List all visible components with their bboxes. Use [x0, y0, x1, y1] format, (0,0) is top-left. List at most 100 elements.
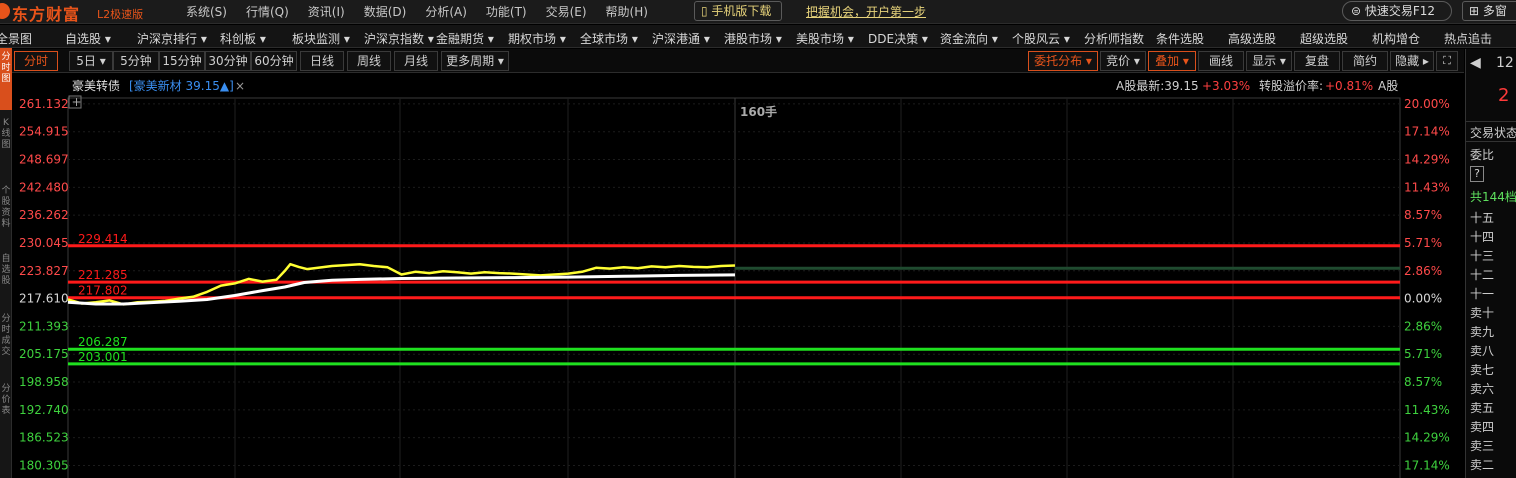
- quick-trade-button[interactable]: ⊜ 快速交易F12: [1342, 1, 1452, 21]
- right-percent-axis: 20.00% 17.14% 14.29% 11.43% 8.57% 5.71% 2.86% 0…: [1404, 97, 1450, 473]
- help-icon[interactable]: ?: [1470, 166, 1484, 182]
- hide-button[interactable]: 隐藏 ▸: [1390, 51, 1434, 71]
- fullscreen-icon[interactable]: ⛶: [1436, 51, 1458, 71]
- y-percent-label: 11.43%: [1404, 403, 1450, 417]
- close-overlay-icon[interactable]: ×: [235, 79, 245, 93]
- nav-star-market[interactable]: 科创板 ▾: [220, 30, 266, 47]
- mobile-download-label: 手机版下载: [711, 4, 772, 18]
- reference-line-label: 217.802: [78, 284, 128, 298]
- menu-system[interactable]: 系统(S): [186, 3, 227, 20]
- y-percent-label: 2.86%: [1404, 264, 1442, 278]
- order-distribution-button[interactable]: 委托分布 ▾: [1028, 51, 1098, 71]
- ask-level-4: 卖四: [1470, 420, 1495, 434]
- period-more[interactable]: 更多周期 ▾: [441, 51, 509, 71]
- intraday-chart[interactable]: 229.414 221.285 217.802 206.287203.001 261.…: [0, 74, 1464, 478]
- simple-button[interactable]: 简约: [1342, 51, 1388, 71]
- period-15min[interactable]: 15分钟: [159, 51, 205, 71]
- nav-advanced-pick[interactable]: 高级选股: [1228, 30, 1276, 47]
- ask-level-12: 十二: [1470, 268, 1495, 282]
- y-tick-label: 180.305: [19, 458, 69, 472]
- chart-grid: [67, 97, 1401, 478]
- trading-app-window: 东方财富 L2极速版 系统(S) 行情(Q) 资讯(I) 数据(D) 分析(A)…: [0, 0, 1516, 478]
- menu-analysis[interactable]: 分析(A): [425, 3, 467, 20]
- nav-fund-flow[interactable]: 资金流向 ▾: [940, 30, 998, 47]
- period-5min[interactable]: 5分钟: [113, 51, 159, 71]
- title-bar: 东方财富 L2极速版 系统(S) 行情(Q) 资讯(I) 数据(D) 分析(A)…: [0, 0, 1516, 24]
- nav-hotspot[interactable]: 热点追击: [1444, 30, 1492, 47]
- trade-status-label: 交易状态: [1466, 121, 1516, 142]
- nav-index[interactable]: 沪深京指数 ▾: [364, 30, 434, 47]
- nav-financial-futures[interactable]: 金融期货 ▾: [436, 30, 494, 47]
- ask-level-8: 卖八: [1470, 344, 1495, 358]
- nav-sector-monitor[interactable]: 板块监测 ▾: [292, 30, 350, 47]
- panel-collapse-icon[interactable]: ◀: [1470, 55, 1481, 71]
- nav-hk[interactable]: 港股市场 ▾: [724, 30, 782, 47]
- y-percent-label: 5.71%: [1404, 347, 1442, 361]
- y-tick-label: 242.480: [19, 180, 69, 194]
- ask-level-10: 卖十: [1470, 306, 1495, 320]
- menu-news[interactable]: 资讯(I): [308, 3, 345, 20]
- nav-ranking[interactable]: 沪深京排行 ▾: [137, 30, 207, 47]
- nav-super-pick[interactable]: 超级选股: [1300, 30, 1348, 47]
- period-5day[interactable]: 5日 ▾: [69, 51, 113, 71]
- menu-data[interactable]: 数据(D): [364, 3, 407, 20]
- trade-icon: ⊜: [1351, 4, 1365, 18]
- nav-dde[interactable]: DDE决策 ▾: [868, 30, 928, 47]
- mobile-download-button[interactable]: ▯ 手机版下载: [694, 1, 782, 21]
- app-logo: 东方财富: [12, 5, 81, 24]
- period-week[interactable]: 周线: [347, 51, 391, 71]
- menu-quotes[interactable]: 行情(Q): [246, 3, 289, 20]
- a-share-latest: A股最新:39.15: [1116, 78, 1199, 93]
- y-percent-label: 0.00%: [1404, 292, 1442, 306]
- display-button[interactable]: 显示 ▾: [1246, 51, 1292, 71]
- period-60min[interactable]: 60分钟: [251, 51, 297, 71]
- nav-us[interactable]: 美股市场 ▾: [796, 30, 854, 47]
- y-percent-label: 2.86%: [1404, 319, 1442, 333]
- draw-line-button[interactable]: 画线: [1198, 51, 1244, 71]
- quick-trade-label: 快速交易F12: [1364, 4, 1436, 18]
- nav-condition-pick[interactable]: 条件选股: [1156, 30, 1204, 47]
- multi-window-label: 多窗: [1482, 4, 1507, 18]
- menu-help[interactable]: 帮助(H): [606, 3, 648, 20]
- replay-button[interactable]: 复盘: [1294, 51, 1340, 71]
- y-tick-label: 230.045: [19, 236, 69, 250]
- nav-stock-wind[interactable]: 个股风云 ▾: [1012, 30, 1070, 47]
- chart-frame: [67, 97, 1401, 478]
- overlay-button[interactable]: 叠加 ▾: [1148, 51, 1196, 71]
- y-percent-label: 17.14%: [1404, 458, 1450, 472]
- weibi-label: 委比: [1470, 148, 1495, 162]
- phone-icon: ▯: [701, 4, 712, 18]
- menu-trade[interactable]: 交易(E): [546, 3, 587, 20]
- y-tick-label: 186.523: [19, 431, 69, 445]
- ask-level-7: 卖七: [1470, 363, 1495, 377]
- nav-institution[interactable]: 机构增仓: [1372, 30, 1420, 47]
- main-menu: 系统(S) 行情(Q) 资讯(I) 数据(D) 分析(A) 功能(T) 交易(E…: [186, 3, 667, 20]
- left-price-axis: 261.132 254.915 248.697 242.480 236.262 230.0…: [19, 97, 69, 473]
- multi-window-button[interactable]: ⊞ 多窗: [1462, 1, 1516, 21]
- premium-label: 转股溢价率:: [1259, 78, 1323, 93]
- nav-analyst-index[interactable]: 分析师指数: [1084, 30, 1144, 47]
- stock-overlay-label[interactable]: [豪美新材 39.15▲]: [129, 78, 234, 93]
- menu-function[interactable]: 功能(T): [486, 3, 527, 20]
- nav-global[interactable]: 全球市场 ▾: [580, 30, 638, 47]
- reference-line-label: 221.285: [78, 268, 128, 282]
- premium-value: +0.81%: [1325, 79, 1373, 93]
- ask-level-15: 十五: [1470, 211, 1495, 225]
- nav-connect[interactable]: 沪深港通 ▾: [652, 30, 710, 47]
- auction-button[interactable]: 竞价 ▾: [1100, 51, 1146, 71]
- nav-options[interactable]: 期权市场 ▾: [508, 30, 566, 47]
- period-day[interactable]: 日线: [300, 51, 344, 71]
- y-percent-label: 14.29%: [1404, 153, 1450, 167]
- period-30min[interactable]: 30分钟: [205, 51, 251, 71]
- y-percent-label: 17.14%: [1404, 125, 1450, 139]
- y-percent-label: 20.00%: [1404, 97, 1450, 111]
- open-account-link[interactable]: 把握机会，开户第一步: [806, 3, 926, 20]
- volume-label: 160手: [740, 104, 777, 119]
- period-month[interactable]: 月线: [394, 51, 438, 71]
- y-percent-label: 5.71%: [1404, 236, 1442, 250]
- logo-icon: [0, 3, 10, 19]
- y-percent-label: 8.57%: [1404, 208, 1442, 222]
- period-timeshare[interactable]: 分时: [14, 51, 58, 71]
- nav-watchlist[interactable]: 自选股 ▾: [65, 30, 111, 47]
- nav-overview[interactable]: 全景图: [0, 30, 32, 47]
